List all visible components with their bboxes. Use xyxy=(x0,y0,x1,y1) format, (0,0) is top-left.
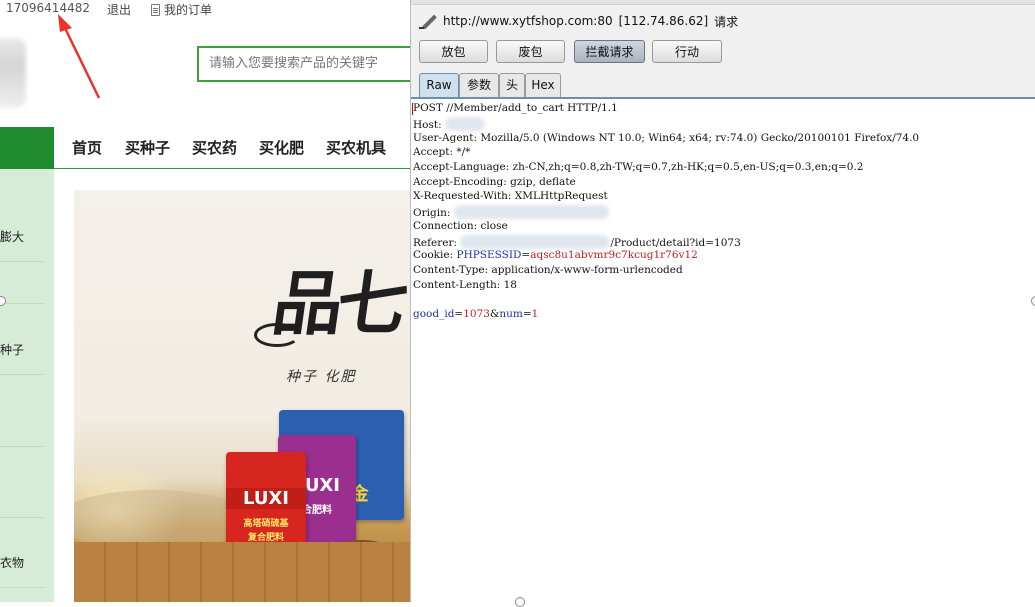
redacted-referer xyxy=(460,235,611,249)
sidebar-item-clothing[interactable]: 衣物 xyxy=(0,554,24,571)
logout-link[interactable]: 退出 xyxy=(107,1,131,18)
forward-button[interactable]: 放包 xyxy=(419,40,488,63)
accept-header: Accept: */* xyxy=(413,146,471,158)
top-bar: 17096414482 退出 我的订单 xyxy=(0,0,410,18)
tab-raw[interactable]: Raw xyxy=(419,73,459,97)
bag-label: LUXI xyxy=(226,488,306,509)
content-type-header: Content-Type: application/x-www-form-url… xyxy=(413,264,683,276)
nav-seeds[interactable]: 买种子 xyxy=(125,137,170,158)
calligraphy-logo: 品七 xyxy=(267,262,408,345)
resize-handle-right[interactable] xyxy=(1031,296,1035,306)
host-header: Host: xyxy=(413,117,485,131)
tab-headers[interactable]: 头 xyxy=(499,73,525,97)
content-length-header: Content-Length: 18 xyxy=(413,279,517,291)
nav-fertilizer[interactable]: 买化肥 xyxy=(259,137,304,158)
wooden-deck xyxy=(74,542,410,602)
x-requested-with-header: X-Requested-With: XMLHttpRequest xyxy=(413,190,608,202)
my-orders-link[interactable]: 我的订单 xyxy=(151,1,212,18)
accept-encoding-header: Accept-Encoding: gzip, deflate xyxy=(413,176,576,188)
tab-params[interactable]: 参数 xyxy=(459,73,499,97)
site-logo[interactable] xyxy=(0,38,26,108)
intercept-toggle-button[interactable]: 拦截请求 xyxy=(574,40,645,63)
promo-banner[interactable]: 品七 种子 化肥 麦黄金 LUXI 合肥料 LUXI 高塔硝硫基 复合肥料 xyxy=(74,190,410,602)
connection-header: Connection: close xyxy=(413,220,508,232)
nav-pesticides[interactable]: 买农药 xyxy=(192,137,237,158)
category-menu-button[interactable] xyxy=(0,127,54,169)
accept-language-header: Accept-Language: zh-CN,zh;q=0.8,zh-TW;q=… xyxy=(413,161,864,173)
my-orders-label: 我的订单 xyxy=(164,3,213,17)
request-line: POST //Member/add_to_cart HTTP/1.1 xyxy=(413,102,618,114)
burp-intercept-panel: http://www.xytfshop.com:80 [112.74.86.62… xyxy=(410,0,1035,607)
banner-subtitle: 种子 化肥 xyxy=(286,369,357,385)
resize-handle-bottom[interactable] xyxy=(515,597,525,607)
user-phone[interactable]: 17096414482 xyxy=(6,1,90,15)
user-agent-header: User-Agent: Mozilla/5.0 (Windows NT 10.0… xyxy=(413,132,920,144)
main-nav: 首页 买种子 买农药 买化肥 买农机具 xyxy=(54,127,410,169)
intercept-target: http://www.xytfshop.com:80 [112.74.86.62… xyxy=(419,12,738,30)
document-icon xyxy=(151,3,160,16)
origin-header: Origin: xyxy=(413,205,609,219)
category-sidebar: | 膨大 种子 衣物 xyxy=(0,169,54,602)
target-ip: [112.74.86.62] xyxy=(618,14,709,28)
sidebar-item-seeds[interactable]: 种子 xyxy=(0,341,24,358)
nav-machinery[interactable]: 买农机具 xyxy=(326,137,386,158)
redacted-origin xyxy=(453,205,609,219)
target-label: 请求 xyxy=(714,14,739,29)
bag-sublabel: 高塔硝硫基 xyxy=(243,519,289,529)
drop-button[interactable]: 废包 xyxy=(496,40,565,63)
cookie-header: Cookie: PHPSESSID=aqsc8u1abvmr9c7kcug1r7… xyxy=(413,249,698,261)
search-input[interactable]: 请输入您要搜索产品的关键字 xyxy=(197,46,410,82)
tab-hex[interactable]: Hex xyxy=(525,73,561,97)
shop-page: 17096414482 退出 我的订单 请输入您要搜索产品的关键字 首页 买种子… xyxy=(0,0,410,602)
target-url: http://www.xytfshop.com:80 xyxy=(443,14,613,28)
request-body: good_id=1073&num=1 xyxy=(413,308,539,320)
pencil-icon[interactable] xyxy=(419,12,437,30)
redacted-host xyxy=(444,117,485,131)
action-button[interactable]: 行动 xyxy=(652,40,722,63)
referer-header: Referer: /Product/detail?id=1073 xyxy=(413,235,741,249)
nav-home[interactable]: 首页 xyxy=(72,137,102,158)
sidebar-item-label: 膨大 xyxy=(0,230,25,244)
raw-request-editor[interactable]: POST //Member/add_to_cart HTTP/1.1 Host:… xyxy=(411,97,1035,602)
